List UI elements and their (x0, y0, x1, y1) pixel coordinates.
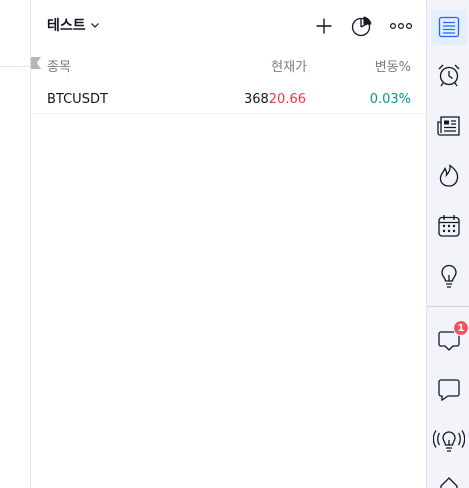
news-icon (437, 116, 460, 136)
sidebar-item-ideas[interactable] (431, 258, 467, 294)
sidebar-item-messages[interactable] (431, 372, 467, 408)
row-symbol: BTCUSDT (47, 92, 108, 107)
row-change-percent: 0.03% (369, 92, 411, 107)
flag-icon[interactable] (31, 57, 41, 69)
sidebar-item-more[interactable] (431, 468, 467, 488)
watchlist-title: 테스트 (47, 18, 86, 34)
sidebar-item-news[interactable] (431, 108, 467, 144)
sidebar-item-hotlists[interactable] (431, 158, 467, 194)
column-symbol[interactable]: 종목 (47, 56, 71, 75)
column-last-price[interactable]: 현재가 (271, 56, 307, 75)
right-sidebar: 1 (426, 0, 469, 488)
sidebar-item-streams[interactable] (431, 422, 467, 458)
alarm-clock-icon (438, 64, 460, 87)
more-shape-icon (440, 477, 458, 488)
watchlist-icon (438, 16, 460, 38)
advanced-view-button[interactable] (348, 12, 376, 40)
pie-chart-icon (351, 16, 372, 37)
watchlist-selector[interactable]: 테스트 (47, 15, 100, 35)
last-price-change-digits: 20.66 (268, 92, 306, 107)
lightbulb-icon (441, 264, 457, 288)
sidebar-item-calendar[interactable] (431, 208, 467, 244)
sidebar-item-watchlist[interactable] (431, 9, 467, 45)
calendar-icon (438, 215, 460, 237)
streams-icon (433, 430, 465, 452)
divider (0, 66, 31, 67)
chart-area-edge (0, 0, 31, 488)
plus-icon (316, 18, 332, 34)
chevron-down-icon (90, 20, 100, 30)
table-row[interactable]: BTCUSDT 36820.66 0.03% (31, 86, 426, 114)
watchlist-panel: 테스트 종목 현재가 변동% BTCUSDT 36820.66 0.03% (31, 0, 426, 488)
chat-bubble-icon (438, 379, 460, 402)
more-icon (390, 22, 412, 30)
column-header: 종목 현재가 변동% (31, 52, 426, 78)
more-options-button[interactable] (387, 12, 415, 40)
divider (427, 306, 469, 307)
sidebar-item-alerts[interactable] (431, 57, 467, 93)
last-price-prefix: 368 (243, 92, 269, 107)
column-change-percent[interactable]: 변동% (375, 56, 411, 75)
watchlist-header: 테스트 (31, 0, 426, 52)
fire-icon (439, 164, 459, 187)
row-last-price: 36820.66 (244, 92, 306, 107)
notification-badge: 1 (453, 320, 469, 336)
add-symbol-button[interactable] (310, 12, 338, 40)
